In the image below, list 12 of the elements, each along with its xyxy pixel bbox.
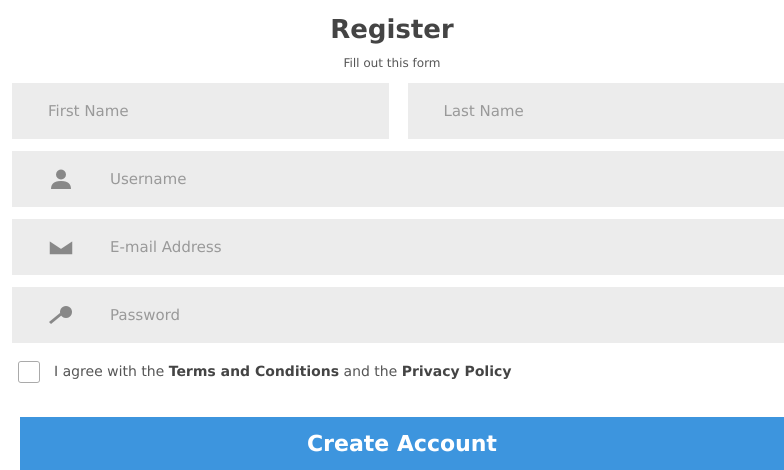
key-icon [48,305,74,325]
agree-checkbox[interactable] [18,361,40,383]
input-field[interactable]: Password [12,287,784,343]
terms-text: I agree with the Terms and Conditions and the Privacy Policy [54,364,512,380]
form-subtitle: Fill out this form [343,56,440,70]
name-field[interactable]: First Name [12,83,388,139]
input-field[interactable]: E-mail Address [12,219,784,275]
input-field[interactable]: Username [12,151,784,207]
create-account-button[interactable]: Create Account [20,417,784,470]
user-icon [48,169,74,189]
name-field[interactable]: Last Name [408,83,784,139]
form-title: Register [330,14,454,46]
